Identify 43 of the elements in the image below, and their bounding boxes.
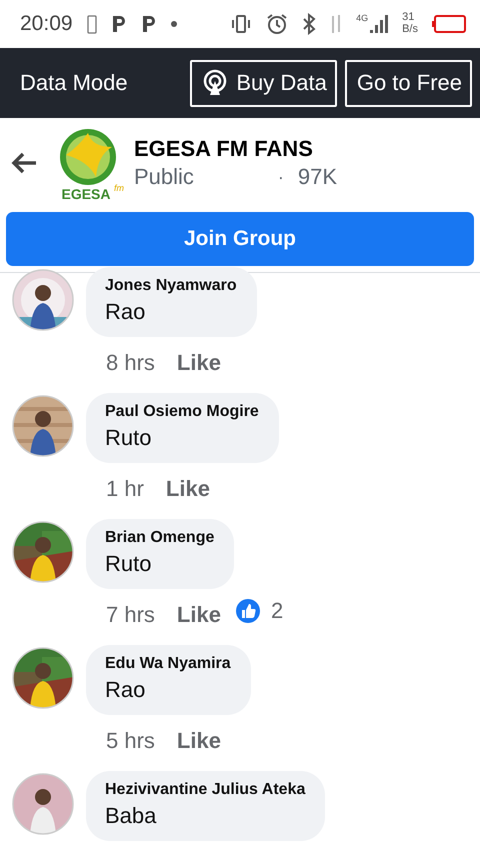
member-count: 97K <box>298 164 338 190</box>
comment-text: Ruto <box>105 551 152 577</box>
parking-icon <box>110 14 127 34</box>
join-group-button[interactable]: Join Group <box>6 212 474 266</box>
status-time: 20:09 <box>20 12 73 36</box>
comment-text: Rao <box>105 677 146 703</box>
separator: · <box>278 166 284 188</box>
comment-time: 8 hrs <box>106 350 155 376</box>
comment-author[interactable]: Hezivivantine Julius Ateka <box>105 781 306 799</box>
bluetooth-icon <box>302 13 316 35</box>
comment-time: 1 hr <box>106 476 144 502</box>
thumbs-up-icon <box>234 598 261 624</box>
speed-value: 31 <box>402 12 414 24</box>
data-mode-label: Data Mode <box>20 70 129 96</box>
comment-author[interactable]: Paul Osiemo Mogire <box>105 403 259 421</box>
like-link[interactable]: Like <box>176 350 221 376</box>
battery-icon <box>432 15 466 33</box>
buy-data-button[interactable]: Buy Data <box>190 60 337 106</box>
comment-time: 7 hrs <box>106 602 155 628</box>
reaction-count: 2 <box>270 598 284 624</box>
network-type: 4G <box>356 14 368 23</box>
speed-unit: B/s <box>402 24 418 36</box>
comment-author[interactable]: Brian Omenge <box>105 529 214 547</box>
like-link[interactable]: Like <box>166 476 210 502</box>
comment-text: Baba <box>105 803 158 829</box>
dot-icon <box>170 21 177 27</box>
comment-text: Rao <box>105 299 146 325</box>
signal-icon <box>370 14 388 34</box>
broadcast-icon <box>202 69 228 97</box>
comment-author[interactable]: Edu Wa Nyamira <box>105 655 231 673</box>
comment-author[interactable]: Jones Nyamwaro <box>105 277 237 295</box>
battery-icon <box>86 14 97 34</box>
like-link[interactable]: Like <box>176 728 221 754</box>
alarm-icon <box>266 13 288 35</box>
comment-text: Ruto <box>105 425 152 451</box>
privacy-label: Public <box>134 164 194 190</box>
group-name: EGESA FM FANS <box>134 136 314 162</box>
vibrate-icon <box>230 14 252 34</box>
back-icon[interactable] <box>10 151 38 175</box>
comment-time: 5 hrs <box>106 728 155 754</box>
parking-icon <box>140 14 157 34</box>
free-mode-button[interactable]: Go to Free <box>344 60 472 106</box>
like-link[interactable]: Like <box>176 602 221 628</box>
